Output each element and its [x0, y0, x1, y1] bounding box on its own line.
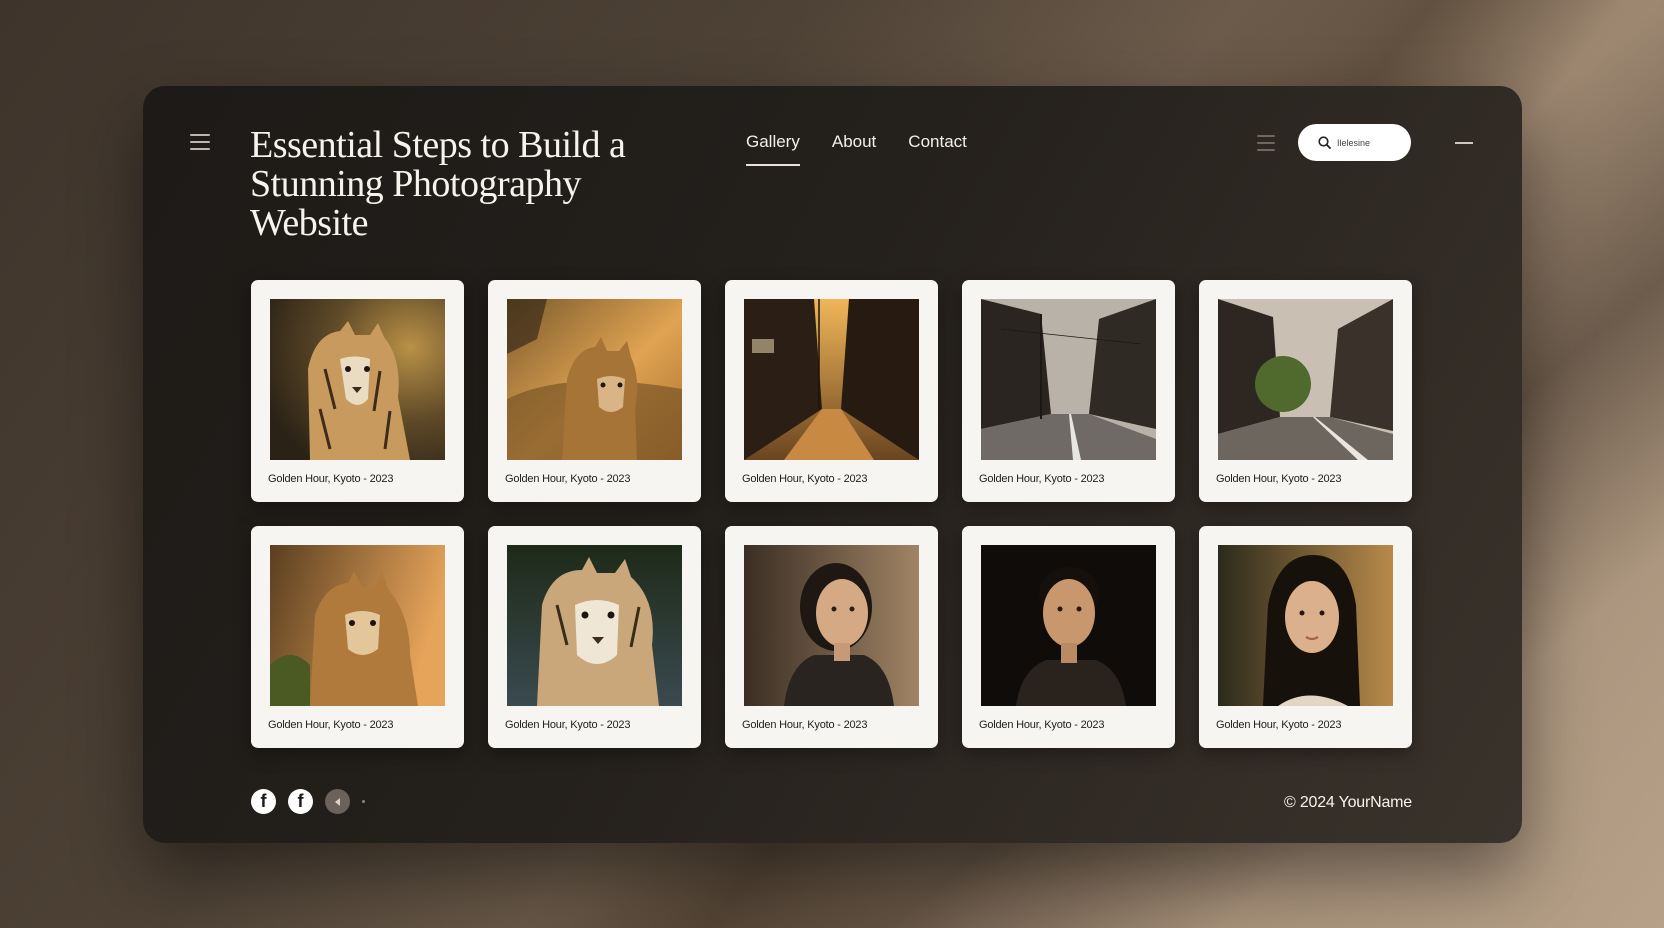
list-menu-icon[interactable] — [1257, 135, 1275, 151]
search-icon — [1318, 136, 1331, 149]
nav-about[interactable]: About — [832, 132, 876, 160]
street-photo — [744, 299, 919, 460]
lioness-photo — [507, 299, 682, 460]
card-caption: Golden Hour, Kyoto - 2023 — [742, 473, 868, 485]
card-caption: Golden Hour, Kyoto - 2023 — [979, 473, 1105, 485]
nav-gallery[interactable]: Gallery — [746, 132, 800, 166]
lioness-photo — [270, 545, 445, 706]
card-caption: Golden Hour, Kyoto - 2023 — [268, 719, 394, 731]
facebook-icon[interactable]: f — [288, 789, 313, 814]
facebook-icon[interactable]: f — [251, 789, 276, 814]
share-icon[interactable] — [325, 789, 350, 814]
gallery-card[interactable]: Golden Hour, Kyoto - 2023 — [251, 280, 464, 502]
card-caption: Golden Hour, Kyoto - 2023 — [1216, 473, 1342, 485]
social-links: f f — [251, 789, 365, 814]
gallery-card[interactable]: Golden Hour, Kyoto - 2023 — [488, 280, 701, 502]
card-caption: Golden Hour, Kyoto - 2023 — [505, 719, 631, 731]
gallery-card[interactable]: Golden Hour, Kyoto - 2023 — [488, 526, 701, 748]
page-title: Essential Steps to Build a Stunning Phot… — [250, 124, 626, 244]
gallery-card[interactable]: Golden Hour, Kyoto - 2023 — [1199, 280, 1412, 502]
gallery-card[interactable]: Golden Hour, Kyoto - 2023 — [1199, 526, 1412, 748]
more-dot — [362, 800, 365, 803]
gallery-card[interactable]: Golden Hour, Kyoto - 2023 — [962, 280, 1175, 502]
menu-icon[interactable] — [190, 134, 210, 150]
minimize-icon[interactable] — [1455, 142, 1473, 144]
portrait-photo — [744, 545, 919, 706]
copyright-text: © 2024 YourName — [1284, 794, 1412, 811]
card-caption: Golden Hour, Kyoto - 2023 — [742, 719, 868, 731]
card-caption: Golden Hour, Kyoto - 2023 — [1216, 719, 1342, 731]
portrait-photo — [1218, 545, 1393, 706]
gallery-card[interactable]: Golden Hour, Kyoto - 2023 — [725, 280, 938, 502]
gallery-card[interactable]: Golden Hour, Kyoto - 2023 — [962, 526, 1175, 748]
street-photo — [1218, 299, 1393, 460]
street-photo — [981, 299, 1156, 460]
search-bar[interactable] — [1298, 124, 1411, 161]
tiger-photo — [507, 545, 682, 706]
search-input[interactable] — [1337, 137, 1391, 148]
gallery-card[interactable]: Golden Hour, Kyoto - 2023 — [251, 526, 464, 748]
portrait-photo — [981, 545, 1156, 706]
gallery-card[interactable]: Golden Hour, Kyoto - 2023 — [725, 526, 938, 748]
card-caption: Golden Hour, Kyoto - 2023 — [268, 473, 394, 485]
nav-contact[interactable]: Contact — [908, 132, 967, 160]
card-caption: Golden Hour, Kyoto - 2023 — [505, 473, 631, 485]
main-nav: Gallery About Contact — [746, 132, 967, 166]
card-caption: Golden Hour, Kyoto - 2023 — [979, 719, 1105, 731]
tiger-photo — [270, 299, 445, 460]
